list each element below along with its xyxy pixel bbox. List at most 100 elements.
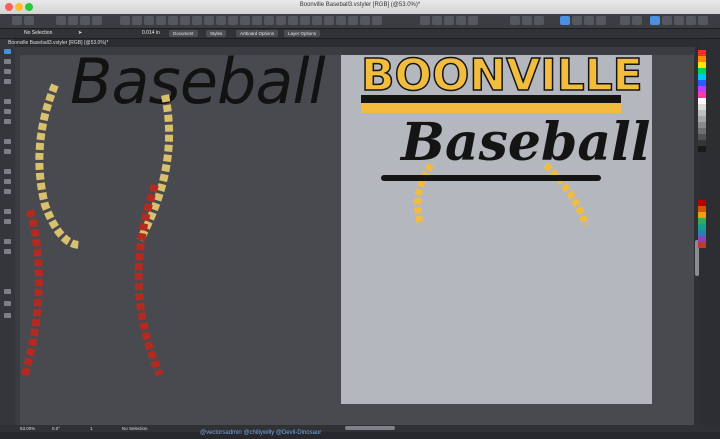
toolbar-button[interactable] bbox=[228, 16, 238, 25]
palette-swatch[interactable] bbox=[698, 242, 706, 248]
shape-tool-icon[interactable] bbox=[4, 179, 11, 184]
artboard-stitch-left bbox=[414, 163, 434, 227]
redo-icon[interactable] bbox=[24, 16, 34, 25]
toolbar-button[interactable] bbox=[420, 16, 430, 25]
toolbar-button[interactable] bbox=[216, 16, 226, 25]
toolbar-button[interactable] bbox=[360, 16, 370, 25]
toolbar-button[interactable] bbox=[324, 16, 334, 25]
toolbar-button[interactable] bbox=[650, 16, 660, 25]
context-toolbar: No Selection ➤ 0.014 in Document Styles … bbox=[0, 29, 720, 39]
toolbar-button[interactable] bbox=[522, 16, 532, 25]
tool-icon[interactable] bbox=[4, 301, 11, 306]
brush-tool-icon[interactable] bbox=[4, 99, 11, 104]
document-button[interactable]: Document bbox=[169, 30, 198, 37]
toolbar-button[interactable] bbox=[204, 16, 214, 25]
toolbar-button[interactable] bbox=[180, 16, 190, 25]
toolbar-button[interactable] bbox=[432, 16, 442, 25]
toolbar-button[interactable] bbox=[336, 16, 346, 25]
window-titlebar: Boonville Baseball3.vstyler [RGB] (@53.0… bbox=[0, 0, 720, 15]
canvas-area[interactable]: Baseball BOONVILLE Baseball bbox=[20, 55, 694, 425]
artboard-underline bbox=[381, 175, 601, 181]
toolbar-button[interactable] bbox=[300, 16, 310, 25]
artboard-options-button[interactable]: Artboard Options bbox=[236, 30, 279, 37]
crop-tool-icon[interactable] bbox=[4, 149, 11, 154]
fill-tool-icon[interactable] bbox=[4, 109, 11, 114]
toolbar-button[interactable] bbox=[252, 16, 262, 25]
toolbar-button[interactable] bbox=[468, 16, 478, 25]
toolbar-button[interactable] bbox=[698, 16, 708, 25]
artboard-script-text: Baseball bbox=[399, 112, 651, 173]
toolbar-button[interactable] bbox=[132, 16, 142, 25]
toolbar-button[interactable] bbox=[372, 16, 382, 25]
transparency-tool-icon[interactable] bbox=[4, 139, 11, 144]
toolbar-button[interactable] bbox=[168, 16, 178, 25]
angle-field[interactable]: 0.0° bbox=[52, 425, 60, 432]
credits-text: @vectorsadmin @chillywilly @Devil-Dinosa… bbox=[200, 430, 322, 436]
toolbar-button[interactable] bbox=[68, 16, 78, 25]
artboard-stitch-right bbox=[543, 162, 590, 227]
toolbar-button[interactable] bbox=[620, 16, 630, 25]
toolbar-button[interactable] bbox=[662, 16, 672, 25]
toolbar-button[interactable] bbox=[534, 16, 544, 25]
text-tool-icon[interactable] bbox=[4, 209, 11, 214]
horizontal-scrollbar-thumb[interactable] bbox=[345, 426, 395, 430]
styles-button[interactable]: Styles bbox=[206, 30, 227, 37]
artboard-divider-band bbox=[361, 95, 621, 103]
main-toolbar bbox=[0, 14, 720, 29]
toolbar-button[interactable] bbox=[240, 16, 250, 25]
artboard[interactable]: BOONVILLE Baseball bbox=[341, 55, 652, 404]
toolbar-button[interactable] bbox=[144, 16, 154, 25]
toolbar-button[interactable] bbox=[584, 16, 594, 25]
zoom-tool-icon[interactable] bbox=[4, 239, 11, 244]
shape-tool-icon[interactable] bbox=[4, 169, 11, 174]
red-stitch-left bbox=[21, 208, 43, 377]
toolbar-button[interactable] bbox=[312, 16, 322, 25]
zoom-field[interactable]: 53.00% bbox=[20, 425, 35, 432]
toolbar-button[interactable] bbox=[596, 16, 606, 25]
text-tool-icon[interactable] bbox=[4, 219, 11, 224]
gradient-tool-icon[interactable] bbox=[4, 119, 11, 124]
persona-button[interactable] bbox=[560, 16, 570, 25]
toolbar-button[interactable] bbox=[510, 16, 520, 25]
tools-panel bbox=[0, 39, 16, 429]
toolbar-button[interactable] bbox=[288, 16, 298, 25]
pasteboard-stitches bbox=[21, 83, 174, 377]
layer-options-button[interactable]: Layer Options bbox=[284, 30, 321, 37]
toolbar-button[interactable] bbox=[632, 16, 642, 25]
pen-tool-icon[interactable] bbox=[4, 69, 11, 74]
artboard-artwork: BOONVILLE Baseball bbox=[360, 55, 651, 227]
toolbar-button[interactable] bbox=[674, 16, 684, 25]
toolbar-button[interactable] bbox=[56, 16, 66, 25]
selection-arrow-icon[interactable]: ➤ bbox=[78, 30, 82, 37]
page-field[interactable]: 1 bbox=[90, 425, 93, 432]
toolbar-button[interactable] bbox=[276, 16, 286, 25]
toolbar-button[interactable] bbox=[348, 16, 358, 25]
toolbar-button[interactable] bbox=[444, 16, 454, 25]
palette-swatch[interactable] bbox=[698, 146, 706, 152]
move-tool-icon[interactable] bbox=[4, 49, 11, 54]
pencil-tool-icon[interactable] bbox=[4, 79, 11, 84]
shape-tool-icon[interactable] bbox=[4, 189, 11, 194]
window-title: Boonville Baseball3.vstyler [RGB] (@53.0… bbox=[299, 2, 421, 8]
status-selection: No Selection bbox=[122, 426, 148, 431]
toolbar-button[interactable] bbox=[156, 16, 166, 25]
undo-icon[interactable] bbox=[12, 16, 22, 25]
toolbar-button[interactable] bbox=[120, 16, 130, 25]
document-tab[interactable]: Boonville Baseball3.vstyler [RGB] (@53.0… bbox=[8, 39, 308, 47]
toolbar-button[interactable] bbox=[686, 16, 696, 25]
angle-field[interactable]: 0.014 in bbox=[142, 30, 160, 37]
toolbar-button[interactable] bbox=[92, 16, 102, 25]
selection-status: No Selection bbox=[24, 30, 53, 36]
toolbar-button[interactable] bbox=[192, 16, 202, 25]
toolbar-button[interactable] bbox=[80, 16, 90, 25]
toolbar-button[interactable] bbox=[456, 16, 466, 25]
tool-icon[interactable] bbox=[4, 313, 11, 318]
eyedropper-tool-icon[interactable] bbox=[4, 289, 11, 294]
node-tool-icon[interactable] bbox=[4, 59, 11, 64]
bottom-strip bbox=[0, 432, 720, 439]
artboard-top-text: BOONVILLE bbox=[361, 55, 643, 101]
toolbar-button[interactable] bbox=[264, 16, 274, 25]
hand-tool-icon[interactable] bbox=[4, 249, 11, 254]
toolbar-button[interactable] bbox=[572, 16, 582, 25]
tan-stitch-left bbox=[35, 83, 81, 249]
